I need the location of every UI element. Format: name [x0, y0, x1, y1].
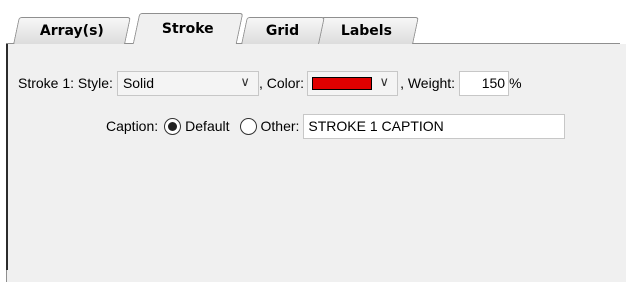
chevron-down-icon: [380, 74, 390, 90]
radio-selected-icon[interactable]: [164, 117, 182, 135]
stroke-color-label: , Color:: [258, 75, 305, 91]
stroke-style-value: Solid: [122, 75, 155, 91]
radio-unselected-icon[interactable]: [239, 117, 257, 135]
tab-labels[interactable]: Labels: [315, 17, 419, 44]
caption-other-input[interactable]: STROKE 1 CAPTION: [303, 113, 566, 139]
tab-label: Stroke: [162, 21, 214, 37]
caption-label: Caption:: [106, 118, 159, 134]
chevron-down-icon: [240, 74, 250, 90]
panel-left-edge: [6, 44, 9, 270]
caption-other-option[interactable]: Other:: [261, 118, 300, 134]
tab-label: Labels: [341, 23, 393, 39]
color-swatch: [312, 76, 373, 90]
stroke-style-label: Stroke 1: Style:: [18, 75, 113, 91]
caption-other-value: STROKE 1 CAPTION: [308, 118, 444, 134]
caption-default-option[interactable]: Default: [185, 118, 229, 134]
stroke-style-dropdown[interactable]: Solid: [116, 70, 259, 96]
tab-stroke[interactable]: Stroke: [132, 13, 244, 44]
tab-label: Grid: [266, 23, 300, 39]
tab-arrays[interactable]: Array(s): [13, 17, 131, 44]
stroke-weight-unit: %: [509, 75, 522, 91]
stroke-color-dropdown[interactable]: [307, 70, 399, 96]
tab-strip: Array(s) Grid Labels Stroke: [6, 6, 620, 44]
stroke-row: Stroke 1: Style: Solid , Color: , Weight…: [18, 70, 522, 96]
tab-label: Array(s): [39, 23, 104, 39]
tab-grid[interactable]: Grid: [241, 17, 325, 44]
caption-row: Caption: Default Other: STROKE 1 CAPTION: [106, 113, 566, 139]
stroke-weight-input[interactable]: 150: [459, 70, 510, 96]
stroke-weight-value: 150: [481, 75, 506, 91]
stroke-weight-label: , Weight:: [400, 75, 456, 91]
